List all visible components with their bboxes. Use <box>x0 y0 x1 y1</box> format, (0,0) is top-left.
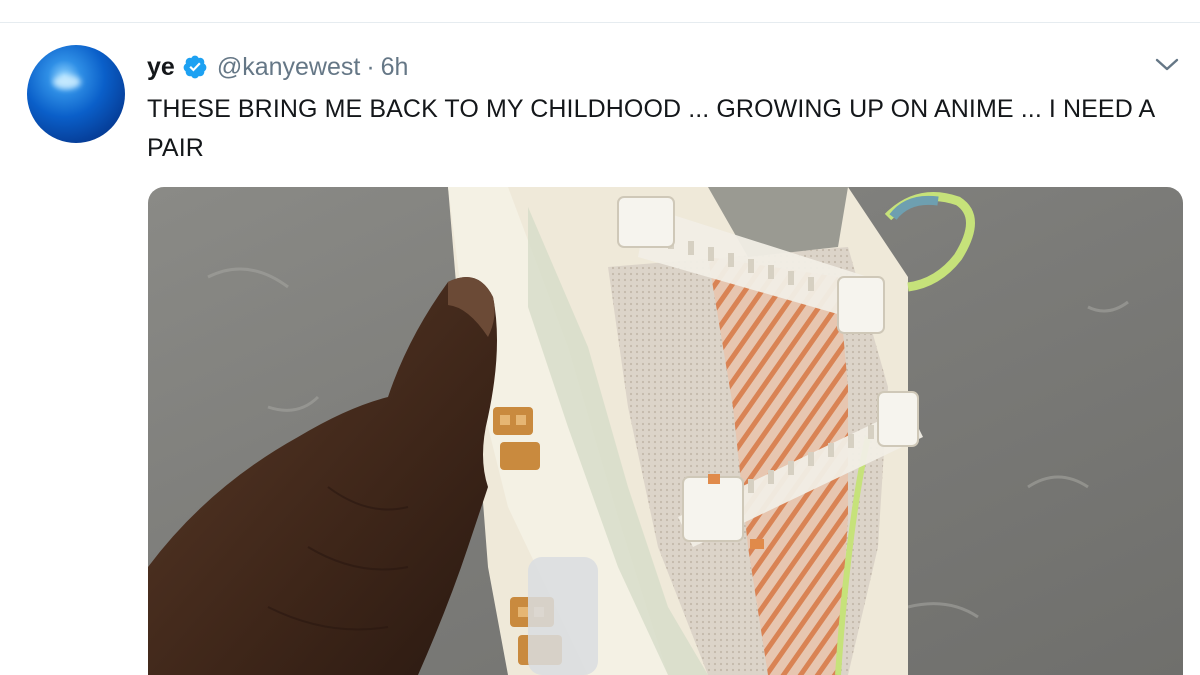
chevron-down-icon[interactable] <box>1154 56 1180 74</box>
verified-badge-icon <box>182 54 208 80</box>
tweet-media-photo[interactable] <box>148 187 1183 675</box>
tweet-card[interactable]: ye @kanyewest · 6h THESE BRING ME BACK T… <box>0 0 1200 675</box>
tweet-timestamp[interactable]: 6h <box>381 53 409 82</box>
tweet-text: THESE BRING ME BACK TO MY CHILDHOOD ... … <box>147 95 1154 162</box>
display-name[interactable]: ye <box>147 53 175 82</box>
avatar[interactable] <box>27 45 125 143</box>
user-handle[interactable]: @kanyewest <box>217 53 361 82</box>
tweet-header: ye @kanyewest · 6h <box>147 50 408 84</box>
separator-dot: · <box>366 52 375 81</box>
